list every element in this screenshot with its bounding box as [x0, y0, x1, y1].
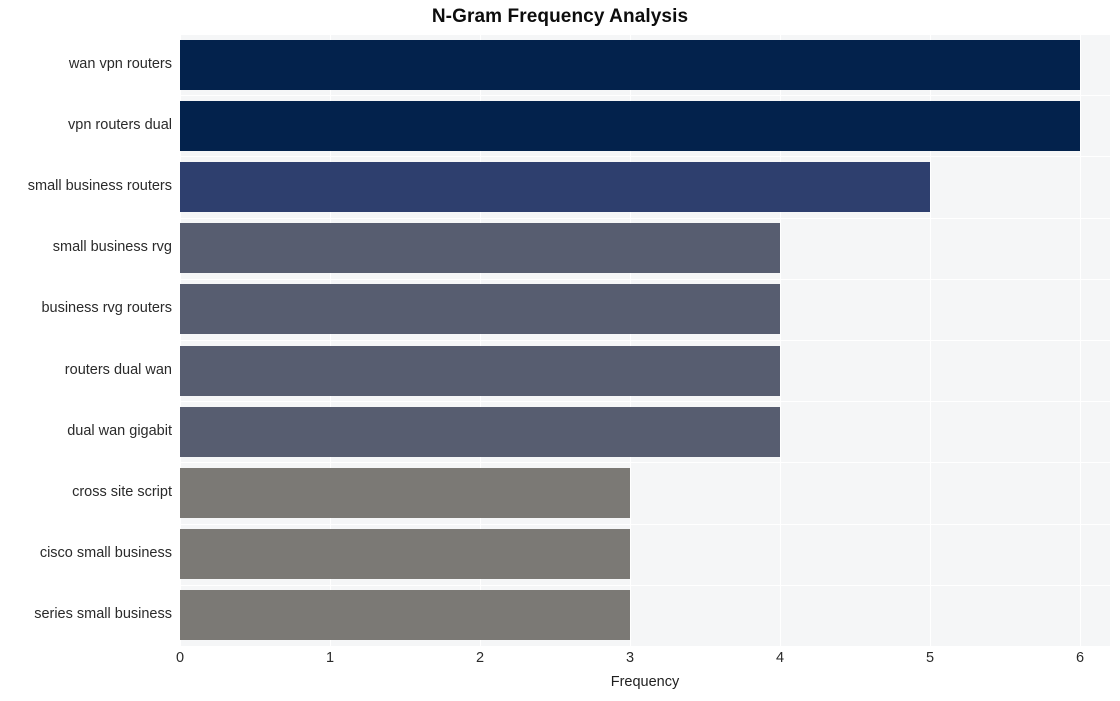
y-axis-tick-label: wan vpn routers — [68, 55, 172, 72]
bar[interactable] — [180, 529, 630, 580]
y-axis-tick-label: business rvg routers — [41, 300, 172, 317]
x-axis-tick-label: 2 — [475, 650, 485, 666]
bar-row — [180, 345, 1110, 396]
horizontal-gridline — [180, 95, 1110, 97]
bar[interactable] — [180, 100, 1080, 151]
bar[interactable] — [180, 284, 780, 335]
y-axis-tick-label: dual wan gigabit — [67, 422, 172, 439]
y-axis-tick-label: small business rvg — [52, 239, 172, 256]
horizontal-gridline — [180, 462, 1110, 464]
bar-row — [180, 162, 1110, 212]
horizontal-gridline — [180, 401, 1110, 403]
bar[interactable] — [180, 162, 930, 212]
bar-row — [180, 590, 1110, 641]
x-axis-tick-label: 4 — [775, 650, 785, 666]
x-axis-label: Frequency — [610, 674, 680, 690]
y-axis-tick-label: cisco small business — [39, 545, 172, 562]
horizontal-gridline — [180, 340, 1110, 341]
bar-row — [180, 223, 1110, 274]
chart-figure: N-Gram Frequency Analysis wan vpn router… — [0, 0, 1120, 701]
y-axis-tick-label: series small business — [34, 606, 172, 623]
y-axis-tick-label: small business routers — [27, 178, 172, 194]
horizontal-gridline — [180, 217, 1110, 219]
y-axis-tick-label: cross site script — [72, 484, 172, 500]
chart-title: N-Gram Frequency Analysis — [431, 6, 689, 27]
bar-row — [180, 406, 1110, 457]
horizontal-gridline — [180, 584, 1110, 586]
y-axis-tick-label: routers dual wan — [64, 361, 172, 378]
x-axis-tick-label: 1 — [325, 650, 335, 666]
bar-row — [180, 468, 1110, 518]
y-axis-tick-labels: wan vpn routers vpn routers dual small bus… — [0, 34, 172, 646]
bar[interactable] — [180, 345, 780, 396]
bar-row — [180, 529, 1110, 580]
bar[interactable] — [180, 39, 1080, 90]
horizontal-gridline — [180, 523, 1110, 525]
x-axis-tick-label: 0 — [175, 650, 185, 666]
bar[interactable] — [180, 590, 630, 641]
bar-row — [180, 100, 1110, 151]
x-axis-tick-label: 6 — [1075, 650, 1085, 666]
bar-row — [180, 39, 1110, 90]
plot-area — [180, 34, 1110, 646]
horizontal-gridline — [180, 278, 1110, 280]
bar-row — [180, 284, 1110, 335]
bar[interactable] — [180, 406, 780, 457]
horizontal-gridline — [180, 34, 1110, 35]
x-axis-tick-labels: 0 1 2 3 4 5 6 — [176, 650, 1110, 672]
x-axis-tick-label: 5 — [925, 650, 935, 666]
x-axis-tick-label: 3 — [625, 650, 635, 666]
bar[interactable] — [180, 468, 630, 518]
horizontal-gridline — [180, 156, 1110, 158]
bar[interactable] — [180, 223, 780, 274]
y-axis-tick-label: vpn routers dual — [68, 116, 172, 133]
